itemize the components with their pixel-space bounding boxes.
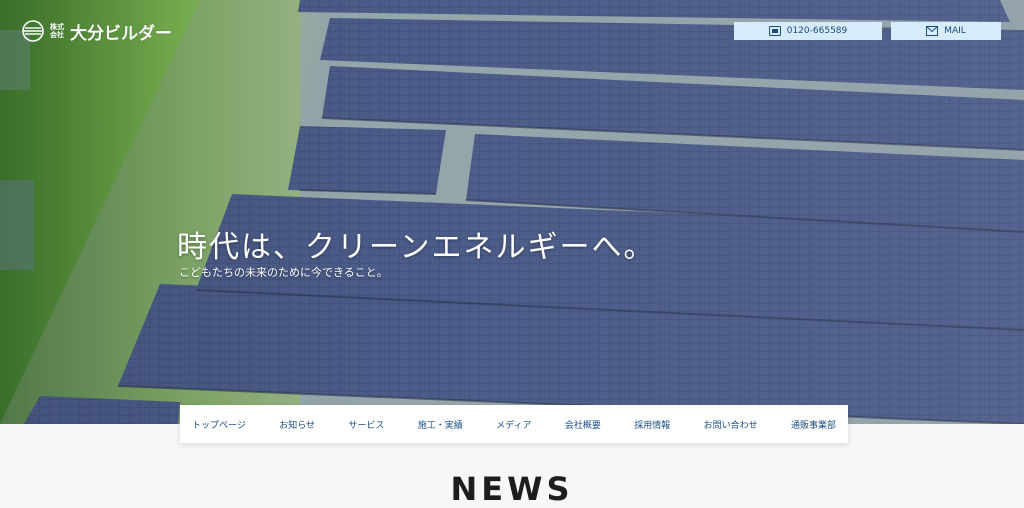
phone-contact-button[interactable]: 0120-665589 (734, 22, 882, 40)
company-logo[interactable]: 株式会社 大分ビルダー (22, 20, 172, 44)
hero-title: 時代は、クリーンエネルギーへ。 (177, 230, 656, 265)
logo-company-name: 大分ビルダー (70, 23, 172, 44)
nav-item-contact[interactable]: お問い合わせ (702, 414, 760, 435)
logo-company-type: 株式会社 (50, 23, 64, 39)
news-section-heading: NEWS (450, 470, 574, 508)
hero-subtitle: こどもたちの未来のために今できること。 (179, 266, 388, 279)
main-navigation: トップページ お知らせ サービス 施工・実績 メディア 会社概要 採用情報 お問… (180, 405, 848, 443)
nav-item-services[interactable]: サービス (346, 414, 386, 435)
nav-item-works[interactable]: 施工・実績 (416, 414, 465, 435)
phone-icon (768, 26, 781, 36)
mail-label: MAIL (944, 26, 966, 36)
nav-item-recruit[interactable]: 採用情報 (632, 414, 672, 435)
hero-overlay (0, 0, 1024, 424)
hero-section (0, 0, 1024, 424)
nav-item-company[interactable]: 会社概要 (563, 414, 603, 435)
phone-number-label: 0120-665589 (786, 26, 848, 36)
nav-item-online-shop[interactable]: 通販事業部 (789, 414, 838, 435)
nav-item-media[interactable]: メディア (494, 414, 533, 435)
mail-contact-button[interactable]: MAIL (891, 22, 1001, 40)
nav-item-news[interactable]: お知らせ (277, 414, 317, 435)
mail-icon (926, 26, 939, 36)
nav-item-top[interactable]: トップページ (190, 414, 248, 435)
logo-mark-icon (22, 20, 44, 42)
